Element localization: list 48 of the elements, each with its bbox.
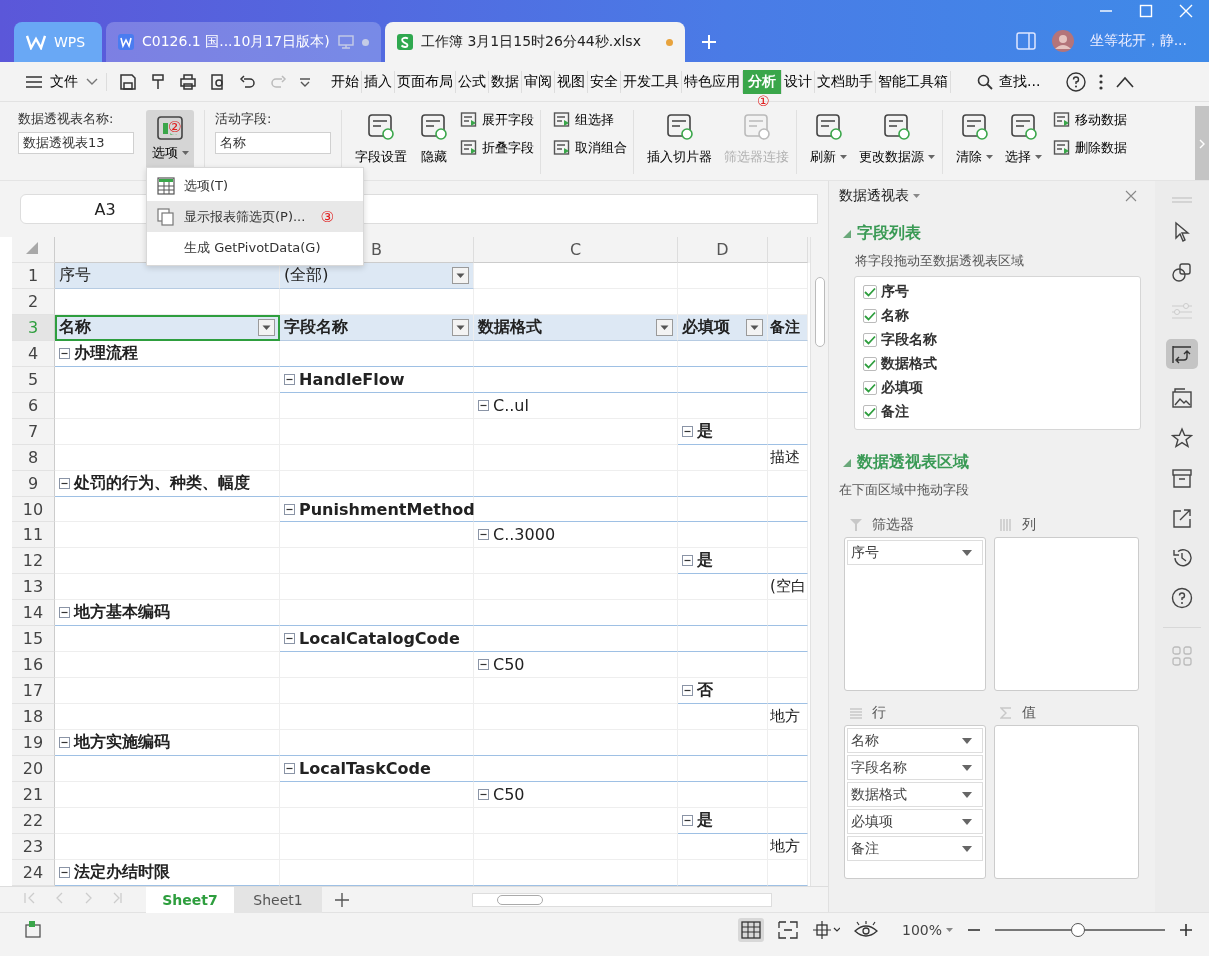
active-field-label: 活动字段: [215, 110, 273, 128]
cell-text: PunishmentMethod [299, 499, 475, 519]
cell-text: (全部) [284, 264, 329, 286]
cell-text: 地方 [770, 836, 800, 856]
cell-text: C..ul [493, 395, 529, 415]
area-label: 筛选器 [872, 516, 914, 534]
section-title: 字段列表 [857, 223, 921, 244]
cell-text: 是 [697, 550, 713, 572]
tab-label: C0126.1 国...10月17日版本) [142, 33, 330, 51]
field-name: 名称 [881, 307, 909, 325]
annotation-number: ① [757, 93, 770, 108]
cell-text: 否 [697, 680, 713, 702]
cell-text: 是 [697, 420, 713, 442]
cell-text: C..3000 [493, 525, 556, 545]
cell-text: 备注 [770, 317, 800, 337]
cell-text: HandleFlow [299, 369, 405, 389]
pivot-name-label: 数据透视表名称: [18, 110, 115, 128]
cell-text: LocalTaskCode [299, 759, 431, 779]
cell-text: 字段名称 [284, 316, 348, 338]
annotation-number: ③ [320, 207, 334, 226]
area-label: 行 [872, 704, 886, 722]
cell-text: C50 [493, 785, 525, 804]
tab-label: 工作簿 3月1日15时26分44秒.xlsx [421, 33, 641, 51]
cell-text: 地方基本编码 [74, 602, 170, 624]
cell-text: 是 [697, 809, 713, 831]
tab-label: WPS [54, 34, 86, 50]
cell-text: C50 [493, 655, 525, 675]
field-name: 数据格式 [881, 355, 937, 373]
cell-text: 地方 [770, 707, 800, 727]
field-name: 备注 [881, 403, 909, 421]
area-label: 列 [1022, 516, 1036, 534]
field-name: 序号 [881, 283, 909, 301]
cell-text: 数据格式 [478, 316, 542, 338]
cell-text: LocalCatalogCode [299, 629, 460, 649]
hint-text: 在下面区域中拖动字段 [839, 481, 970, 499]
cell-text: 序号 [59, 264, 91, 286]
field-name: 必填项 [881, 379, 923, 397]
cell-text: 地方实施编码 [74, 732, 170, 754]
cell-text: 法定办结时限 [74, 861, 170, 883]
cell-text: 处罚的行为、种类、幅度 [74, 472, 250, 494]
cell-text: 必填项 [682, 316, 730, 338]
area-label: 值 [1022, 704, 1036, 722]
cell-text: 描述 [770, 447, 800, 467]
hint-text: 将字段拖动至数据透视表区域 [854, 252, 1025, 270]
section-title: 数据透视表区域 [857, 452, 969, 473]
field-name: 字段名称 [881, 331, 937, 349]
cell-text: 办理流程 [74, 342, 138, 364]
cell-text: 名称 [59, 316, 91, 338]
